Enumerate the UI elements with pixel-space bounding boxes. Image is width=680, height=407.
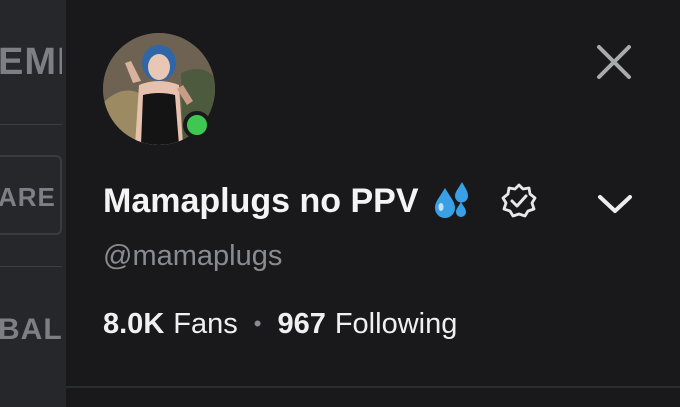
profile-name-row: Mamaplugs no PPV: [103, 176, 537, 226]
display-name: Mamaplugs no PPV: [103, 182, 419, 220]
expand-button[interactable]: [594, 183, 636, 225]
close-icon: [597, 45, 631, 79]
fans-count: 8.0K: [103, 308, 165, 340]
verified-badge-icon: [501, 183, 537, 219]
following-stat[interactable]: 967 Following: [277, 303, 457, 345]
background-text-3: BAL: [0, 313, 62, 346]
background-text-1: EMI: [0, 41, 62, 83]
chevron-down-icon: [598, 195, 632, 213]
section-divider: [66, 386, 680, 388]
profile-drawer: Mamaplugs no PPV @mamaplugs 8.0KFans •: [66, 0, 680, 407]
stats-separator: •: [253, 311, 262, 336]
avatar-container[interactable]: [103, 33, 215, 145]
sweat-droplets-icon: [431, 180, 473, 222]
online-status-dot: [183, 111, 211, 139]
following-count: 967: [277, 308, 326, 340]
background-text-2: ARE I: [0, 155, 62, 235]
username-handle[interactable]: @mamaplugs: [103, 236, 282, 276]
profile-stats: 8.0K Fans • 967 Following: [103, 303, 457, 345]
fans-label: Fans: [173, 308, 238, 340]
fans-stat[interactable]: 8.0K Fans: [103, 303, 238, 345]
background-page: EMI ARE I BAL: [0, 0, 66, 407]
background-divider: [0, 266, 62, 267]
background-divider: [0, 124, 62, 125]
close-button[interactable]: [592, 40, 636, 84]
following-label: Following: [334, 308, 458, 340]
